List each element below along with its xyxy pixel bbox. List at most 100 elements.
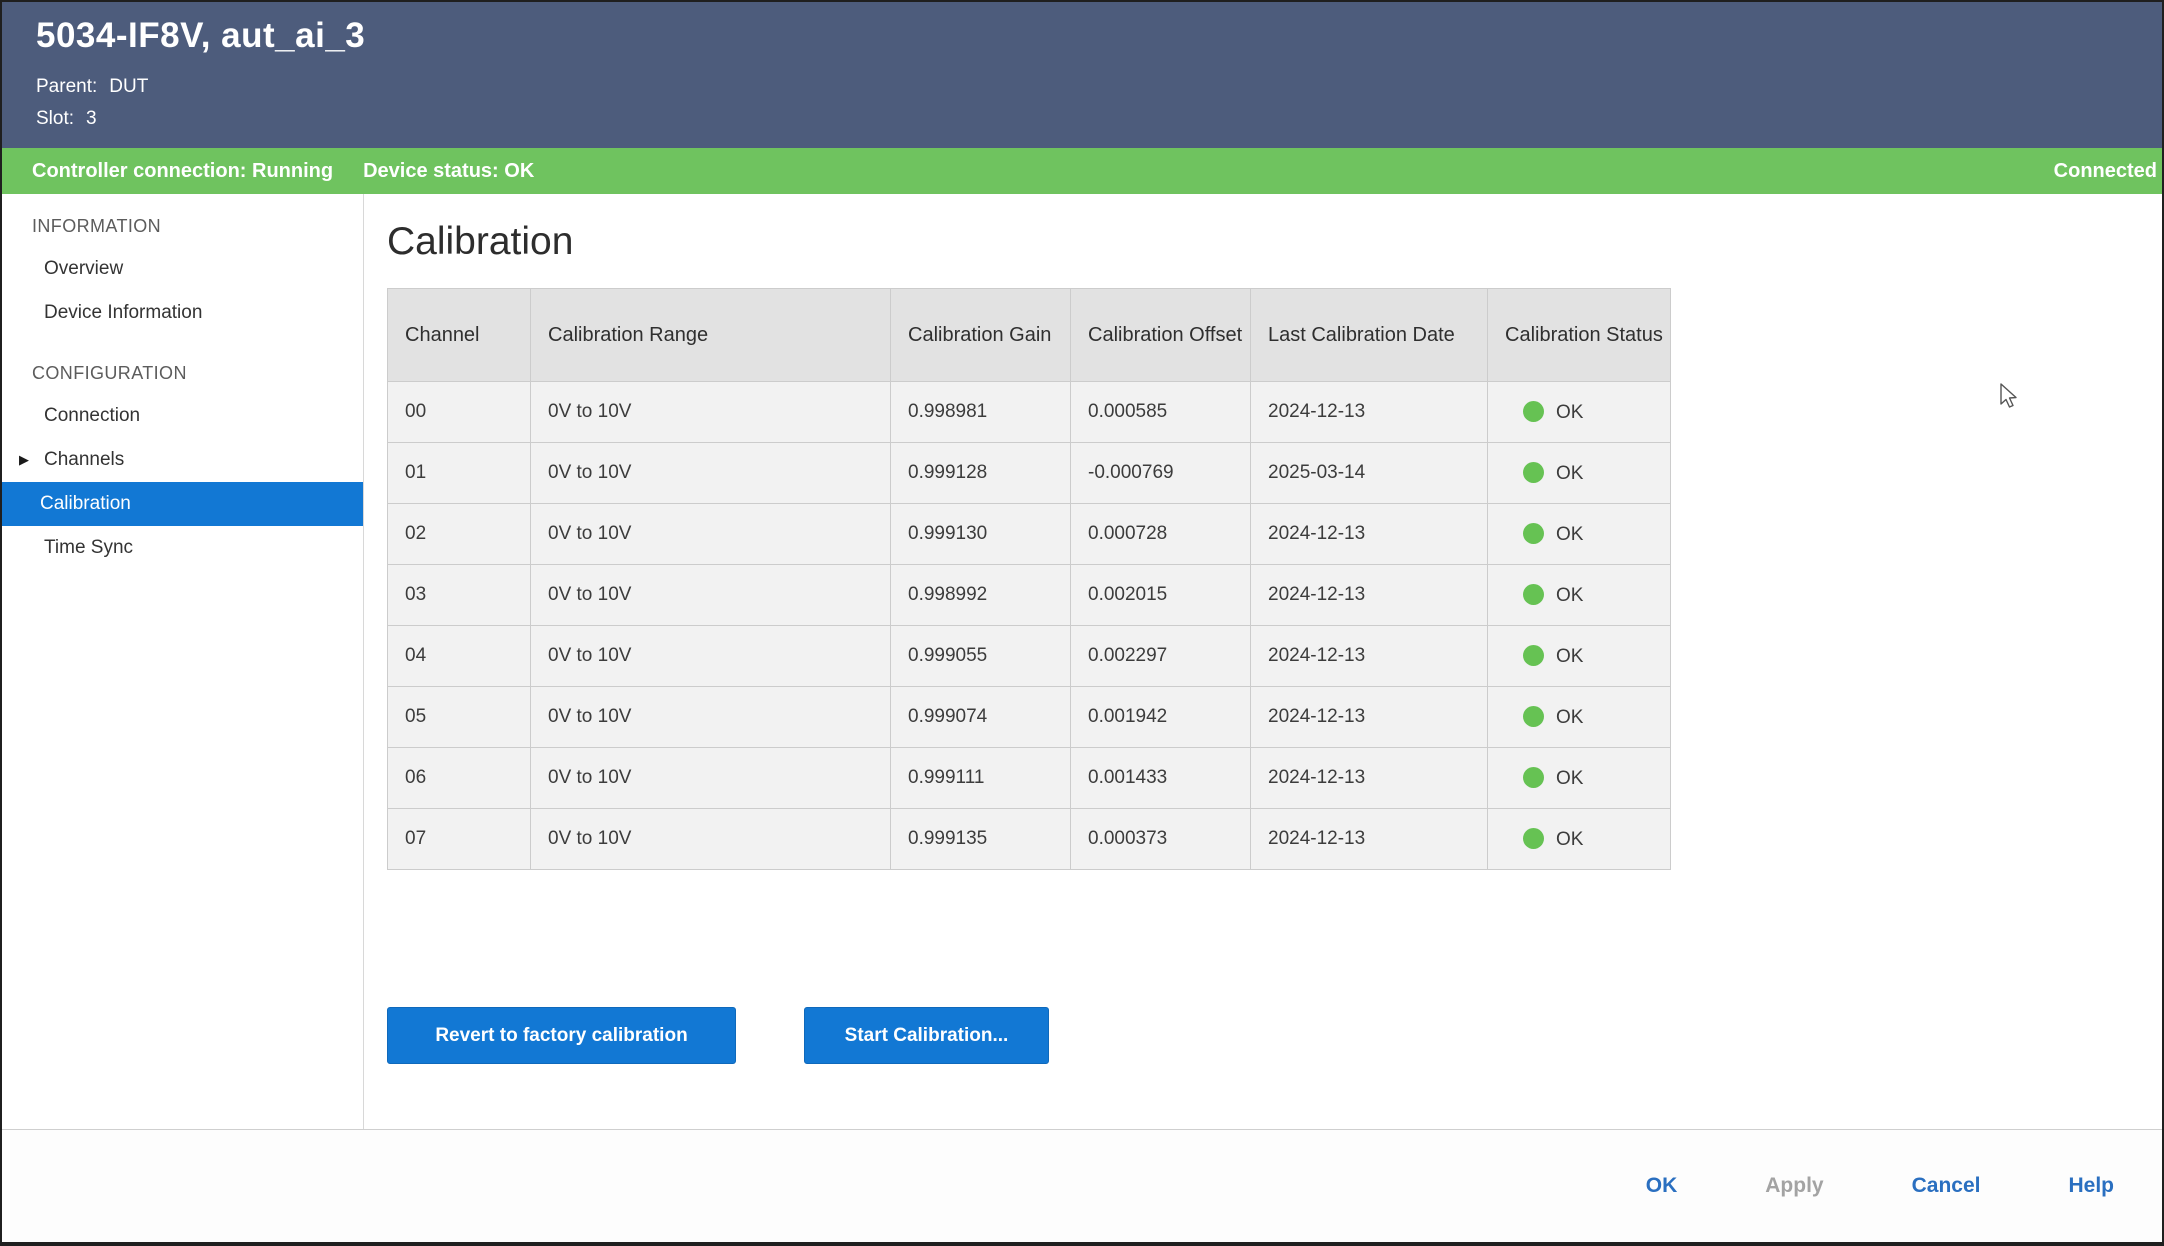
cell-offset: 0.002015 (1071, 565, 1251, 626)
apply-button[interactable]: Apply (1765, 1174, 1823, 1198)
status-ok-icon (1523, 645, 1544, 666)
sidebar-item-calibration[interactable]: Calibration (2, 482, 363, 526)
ok-button[interactable]: OK (1646, 1174, 1678, 1198)
device-slot-line: Slot: 3 (36, 108, 97, 130)
calibration-actions: Revert to factory calibration Start Cali… (387, 1007, 2162, 1064)
cancel-button[interactable]: Cancel (1912, 1174, 1981, 1198)
column-header-channel: Channel (388, 289, 531, 382)
cell-offset: 0.000373 (1071, 809, 1251, 870)
start-calibration-button[interactable]: Start Calibration... (804, 1007, 1049, 1064)
status-text: OK (1556, 707, 1583, 728)
parent-value: DUT (109, 76, 148, 97)
status-ok-icon (1523, 584, 1544, 605)
cell-status: OK (1488, 687, 1671, 748)
cell-date: 2024-12-13 (1251, 504, 1488, 565)
controller-connection-status: Controller connection: Running (32, 160, 333, 183)
status-text: OK (1556, 585, 1583, 606)
column-header-calibration-range: Calibration Range (531, 289, 891, 382)
connected-badge: Connected (2054, 160, 2162, 183)
cell-channel: 04 (388, 626, 531, 687)
cell-channel: 02 (388, 504, 531, 565)
cell-range: 0V to 10V (531, 382, 891, 443)
main-content: Calibration Channel Calibration Range Ca… (364, 194, 2162, 1129)
cell-range: 0V to 10V (531, 443, 891, 504)
cell-channel: 07 (388, 809, 531, 870)
cell-status: OK (1488, 748, 1671, 809)
sidebar-section-information: INFORMATION (2, 206, 363, 247)
device-status: Device status: OK (363, 160, 534, 183)
sidebar-item-label: Overview (44, 258, 123, 280)
cell-offset: 0.000728 (1071, 504, 1251, 565)
revert-to-factory-calibration-button[interactable]: Revert to factory calibration (387, 1007, 736, 1064)
table-header-row: Channel Calibration Range Calibration Ga… (388, 289, 1671, 382)
cell-offset: 0.001433 (1071, 748, 1251, 809)
sidebar-item-label: Connection (44, 405, 140, 427)
status-ok-icon (1523, 401, 1544, 422)
calibration-table: Channel Calibration Range Calibration Ga… (387, 288, 1671, 870)
help-button[interactable]: Help (2068, 1174, 2114, 1198)
body-region: INFORMATION Overview Device Information … (2, 194, 2162, 1129)
cell-date: 2025-03-14 (1251, 443, 1488, 504)
device-header: 5034-IF8V, aut_ai_3 Parent:DUT Slot:3 (2, 2, 2162, 148)
status-text: OK (1556, 524, 1583, 545)
expand-arrow-icon[interactable]: ▶ (19, 452, 29, 468)
sidebar-item-overview[interactable]: Overview (2, 247, 363, 291)
cell-gain: 0.998981 (891, 382, 1071, 443)
page-title: Calibration (387, 220, 2162, 264)
cell-date: 2024-12-13 (1251, 687, 1488, 748)
column-header-calibration-status: Calibration Status (1488, 289, 1671, 382)
status-text: OK (1556, 646, 1583, 667)
status-text: OK (1556, 463, 1583, 484)
cell-range: 0V to 10V (531, 687, 891, 748)
sidebar-item-connection[interactable]: Connection (2, 394, 363, 438)
device-configuration-window: 5034-IF8V, aut_ai_3 Parent:DUT Slot:3 Co… (0, 0, 2164, 1246)
cell-gain: 0.999130 (891, 504, 1071, 565)
column-header-last-calibration-date: Last Calibration Date (1251, 289, 1488, 382)
sidebar-item-channels[interactable]: ▶ Channels (2, 438, 363, 482)
table-row[interactable]: 02 0V to 10V 0.999130 0.000728 2024-12-1… (388, 504, 1671, 565)
sidebar-item-time-sync[interactable]: Time Sync (2, 526, 363, 570)
dialog-footer: OK Apply Cancel Help (2, 1129, 2162, 1242)
slot-label: Slot: (36, 108, 74, 129)
connection-status-bar: Controller connection: Running Device st… (2, 148, 2162, 194)
cell-status: OK (1488, 382, 1671, 443)
cell-status: OK (1488, 809, 1671, 870)
status-text: OK (1556, 402, 1583, 423)
cell-offset: 0.000585 (1071, 382, 1251, 443)
table-row[interactable]: 00 0V to 10V 0.998981 0.000585 2024-12-1… (388, 382, 1671, 443)
sidebar-item-label: Calibration (40, 493, 131, 515)
table-row[interactable]: 07 0V to 10V 0.999135 0.000373 2024-12-1… (388, 809, 1671, 870)
table-row[interactable]: 04 0V to 10V 0.999055 0.002297 2024-12-1… (388, 626, 1671, 687)
cell-channel: 01 (388, 443, 531, 504)
cell-gain: 0.999074 (891, 687, 1071, 748)
sidebar-item-label: Time Sync (44, 537, 133, 559)
status-ok-icon (1523, 767, 1544, 788)
device-parent-line: Parent: DUT (36, 76, 148, 98)
sidebar-item-label: Device Information (44, 302, 202, 324)
parent-label: Parent: (36, 76, 97, 97)
cell-offset: 0.002297 (1071, 626, 1251, 687)
cell-status: OK (1488, 565, 1671, 626)
cell-range: 0V to 10V (531, 565, 891, 626)
cell-status: OK (1488, 504, 1671, 565)
cell-status: OK (1488, 443, 1671, 504)
table-row[interactable]: 05 0V to 10V 0.999074 0.001942 2024-12-1… (388, 687, 1671, 748)
cell-range: 0V to 10V (531, 626, 891, 687)
sidebar-item-device-information[interactable]: Device Information (2, 291, 363, 335)
slot-value: 3 (86, 108, 97, 129)
cell-gain: 0.999111 (891, 748, 1071, 809)
cell-gain: 0.999135 (891, 809, 1071, 870)
table-row[interactable]: 03 0V to 10V 0.998992 0.002015 2024-12-1… (388, 565, 1671, 626)
cell-status: OK (1488, 626, 1671, 687)
table-row[interactable]: 01 0V to 10V 0.999128 -0.000769 2025-03-… (388, 443, 1671, 504)
status-ok-icon (1523, 828, 1544, 849)
status-ok-icon (1523, 706, 1544, 727)
cell-gain: 0.998992 (891, 565, 1071, 626)
sidebar-nav: INFORMATION Overview Device Information … (2, 194, 364, 1129)
status-text: OK (1556, 768, 1583, 789)
table-row[interactable]: 06 0V to 10V 0.999111 0.001433 2024-12-1… (388, 748, 1671, 809)
cell-range: 0V to 10V (531, 748, 891, 809)
status-ok-icon (1523, 523, 1544, 544)
status-ok-icon (1523, 462, 1544, 483)
cell-gain: 0.999055 (891, 626, 1071, 687)
